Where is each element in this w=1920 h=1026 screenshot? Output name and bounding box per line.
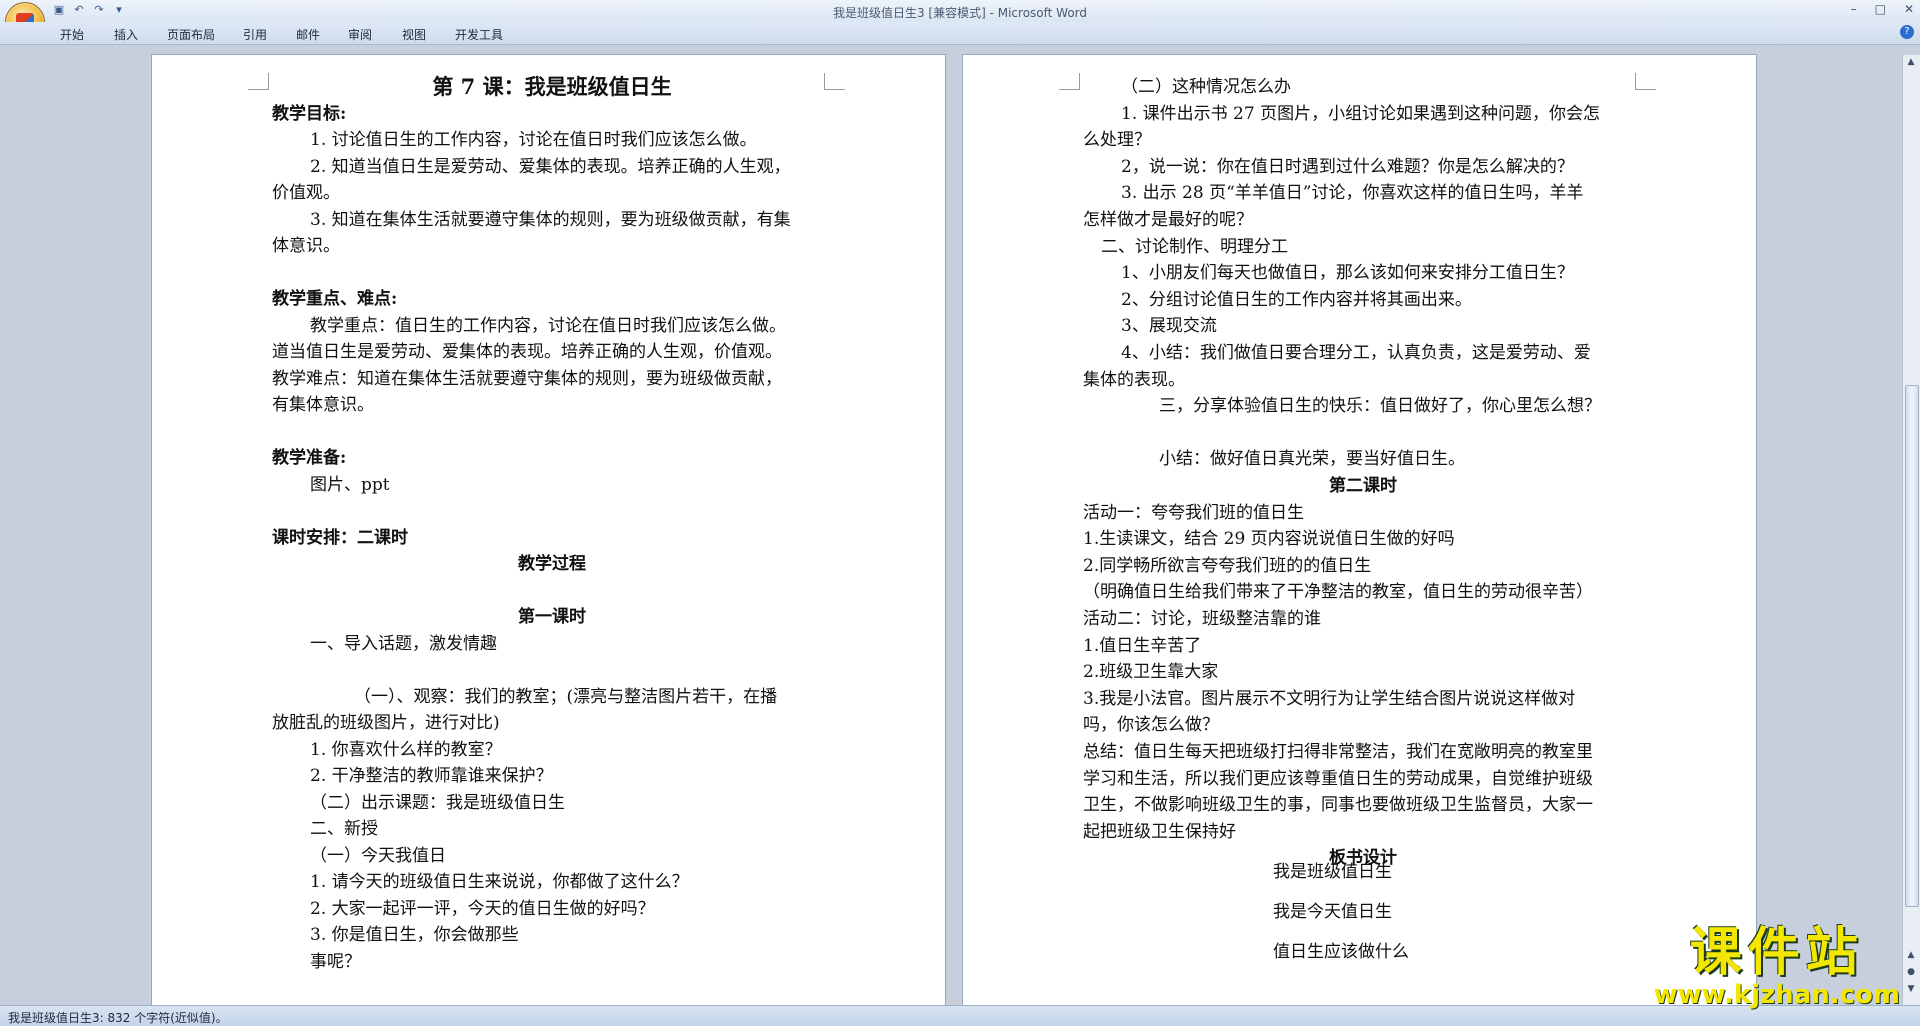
prev-page-icon[interactable]: ▲: [1906, 950, 1916, 960]
document-line: 卫生，不做影响班级卫生的事，同事也要做班级卫生监督员，大家一: [1083, 795, 1593, 816]
tab-insert[interactable]: 插入: [114, 26, 138, 43]
watermark-title: 课件站: [1689, 923, 1864, 983]
document-line: 教学准备:: [272, 448, 347, 468]
document-line: 3. 出示 28 页“羊羊值日”讨论，你喜欢这样的值日生吗，羊羊: [1121, 183, 1584, 204]
document-line: 第 7 课：我是班级值日生: [432, 74, 672, 99]
document-line: 2.班级卫生靠大家: [1083, 662, 1219, 683]
document-line: 活动一：夸夸我们班的值日生: [1083, 502, 1304, 523]
document-line: 2. 知道当值日生是爱劳动、爱集体的表现。培养正确的人生观，: [310, 156, 791, 177]
document-line: 2.同学畅所欲言夸夸我们班的的值日生: [1083, 555, 1372, 576]
document-line: 教学过程: [518, 554, 586, 574]
window-controls: – □ ✕: [1851, 2, 1914, 16]
document-line: 2. 大家一起评一评，今天的值日生做的好吗？: [310, 898, 655, 919]
vertical-scrollbar[interactable]: ▲ ▲ ● ▼: [1902, 55, 1920, 1005]
document-line: 二、讨论制作、明理分工: [1101, 236, 1288, 257]
browse-object-icon[interactable]: ●: [1906, 967, 1916, 977]
document-line: 教学目标:: [272, 103, 347, 124]
document-line: 教学难点：知道在集体生活就要遵守集体的规则，要为班级做贡献，: [272, 368, 782, 389]
document-line: 吗，你该怎么做？: [1083, 715, 1219, 736]
document-line: 2、分组讨论值日生的工作内容并将其画出来。: [1121, 289, 1472, 310]
customize-qat-icon[interactable]: ▾: [112, 3, 126, 17]
document-line: 三，分享体验值日生的快乐：值日做好了，你心里怎么想？: [1159, 396, 1601, 417]
document-line: 2，说一说：你在值日时遇到过什么难题？你是怎么解决的？: [1121, 156, 1574, 177]
tab-page-layout[interactable]: 页面布局: [167, 26, 215, 43]
document-line: 有集体意识。: [272, 395, 374, 415]
document-line: 集体的表现。: [1083, 369, 1185, 390]
document-line: 活动二：讨论，班级整洁靠的谁: [1083, 609, 1321, 629]
document-line: 小结：做好值日真光荣，要当好值日生。: [1159, 449, 1465, 470]
document-line: 教学重点、难点:: [272, 289, 398, 309]
scroll-thumb[interactable]: [1905, 385, 1919, 907]
document-line: （二）出示课题：我是班级值日生: [310, 792, 565, 813]
margin-mark: [1635, 73, 1656, 90]
document-line: 1. 你喜欢什么样的教室？: [310, 739, 502, 760]
document-line: 道当值日生是爱劳动、爱集体的表现。培养正确的人生观，价值观。: [272, 342, 782, 362]
document-line: 起把班级卫生保持好: [1083, 821, 1236, 842]
window-title: 我是班级值日生3 [兼容模式] - Microsoft Word: [832, 6, 1088, 20]
tab-review[interactable]: 审阅: [348, 26, 372, 43]
document-line: 我是班级值日生: [1273, 862, 1392, 883]
document-page-right[interactable]: （二）这种情况怎么办 1. 课件出示书 27 页图片，小组讨论如果遇到这种问题，你…: [963, 55, 1756, 1005]
undo-icon[interactable]: ↶: [72, 3, 86, 17]
document-line: 1.值日生辛苦了: [1083, 635, 1202, 656]
tab-references[interactable]: 引用: [243, 26, 267, 43]
document-page-left[interactable]: 第 7 课：我是班级值日生教学目标: 1. 讨论值日生的工作内容，讨论在值日时我们…: [152, 55, 945, 1005]
maximize-button[interactable]: □: [1875, 2, 1886, 16]
close-button[interactable]: ✕: [1904, 2, 1914, 16]
document-line: 学习和生活，所以我们更应该尊重值日生的劳动成果，自觉维护班级: [1083, 768, 1593, 789]
title-bar: 我是班级值日生3 [兼容模式] - Microsoft Word – □ ✕: [0, 0, 1920, 22]
document-line: 我是今天值日生: [1273, 902, 1392, 923]
redo-icon[interactable]: ↷: [92, 3, 106, 17]
document-line: 放脏乱的班级图片，进行对比): [272, 713, 500, 733]
document-line: （一）今天我值日: [310, 845, 446, 866]
document-line: 3. 你是值日生，你会做那些: [310, 925, 519, 945]
document-line: 教学重点：值日生的工作内容，讨论在值日时我们应该怎么做。: [310, 315, 786, 336]
next-page-icon[interactable]: ▼: [1906, 984, 1916, 994]
quick-access-toolbar: ▣ ↶ ↷ ▾: [52, 3, 126, 17]
document-line: 图片、ppt: [310, 474, 390, 495]
tab-developer[interactable]: 开发工具: [455, 26, 503, 43]
ribbon-tabs: 开始 插入 页面布局 引用 邮件 审阅 视图 开发工具 ?: [0, 22, 1920, 45]
help-icon[interactable]: ?: [1900, 25, 1914, 39]
document-line: 么处理？: [1083, 130, 1151, 151]
document-line: （明确值日生给我们带来了干净整洁的教室，值日生的劳动很辛苦）: [1083, 582, 1593, 603]
scroll-up-icon[interactable]: ▲: [1906, 57, 1916, 67]
document-line: （二）这种情况怎么办: [1121, 77, 1291, 97]
document-line: 总结：值日生每天把班级打扫得非常整洁，我们在宽敞明亮的教室里: [1083, 742, 1593, 762]
document-line: 课时安排：二课时: [272, 527, 408, 548]
minimize-button[interactable]: –: [1851, 2, 1857, 16]
document-line: 第一课时: [518, 607, 586, 627]
status-bar: 我是班级值日生3: 832 个字符(近似值)。: [0, 1005, 1920, 1026]
document-line: 2. 干净整洁的教师靠谁来保护？: [310, 766, 553, 786]
document-line: 一、导入话题，激发情趣: [310, 633, 497, 654]
document-line: 1.生读课文，结合 29 页内容说说值日生做的好吗: [1083, 529, 1455, 550]
margin-mark: [248, 73, 269, 90]
document-line: 3. 知道在集体生活就要遵守集体的规则，要为班级做贡献，有集: [310, 209, 791, 230]
document-line: 第二课时: [1329, 476, 1397, 496]
tab-mailings[interactable]: 邮件: [296, 26, 320, 43]
document-line: 1. 课件出示书 27 页图片，小组讨论如果遇到这种问题，你会怎: [1121, 103, 1601, 124]
document-line: 二、新授: [310, 819, 378, 839]
word-count-status[interactable]: 我是班级值日生3: 832 个字符(近似值)。: [8, 1009, 228, 1026]
save-icon[interactable]: ▣: [52, 3, 66, 17]
watermark-logo: 课件站 www.kjzhan.com: [1654, 925, 1900, 1009]
tab-home[interactable]: 开始: [60, 26, 84, 43]
document-line: 1. 请今天的班级值日生来说说，你都做了这什么？: [310, 872, 689, 892]
document-line: 怎样做才是最好的呢？: [1083, 210, 1253, 230]
margin-mark: [1059, 73, 1080, 90]
document-line: 1、小朋友们每天也做值日，那么该如何来安排分工值日生？: [1121, 263, 1574, 284]
document-line: 事呢？: [310, 951, 361, 972]
document-line: 4、小结：我们做值日要合理分工，认真负责，这是爱劳动、爱: [1121, 343, 1591, 363]
document-line: （一）、观察：我们的教室；(漂亮与整洁图片若干，在播: [354, 686, 778, 707]
watermark-url: www.kjzhan.com: [1653, 980, 1900, 1010]
tab-view[interactable]: 视图: [402, 26, 426, 43]
document-line: 3.我是小法官。图片展示不文明行为让学生结合图片说说这样做对: [1083, 688, 1576, 709]
document-line: 1. 讨论值日生的工作内容，讨论在值日时我们应该怎么做。: [310, 130, 757, 150]
document-line: 价值观。: [272, 183, 340, 203]
document-line: 体意识。: [272, 236, 340, 256]
document-line: 值日生应该做什么: [1273, 942, 1409, 963]
document-line: 3、展现交流: [1121, 316, 1217, 337]
